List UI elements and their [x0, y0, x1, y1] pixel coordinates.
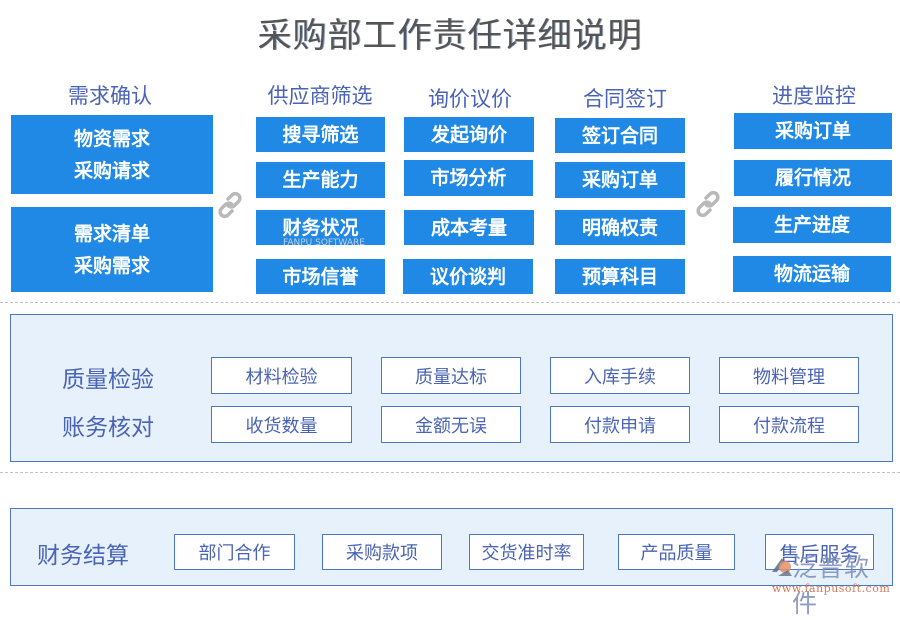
inquiry-item[interactable]: 议价谈判 [403, 259, 533, 294]
row-label-accounting: 账务核对 [62, 415, 154, 441]
demand-box-line: 采购需求 [73, 254, 150, 277]
accounting-item[interactable]: 付款申请 [550, 406, 690, 443]
column-heading-demand: 需求确认 [68, 84, 152, 108]
row-label-quality: 质量检验 [62, 367, 154, 393]
page-title: 采购部工作责任详细说明 [257, 16, 643, 56]
progress-item[interactable]: 物流运输 [733, 256, 891, 292]
quality-item[interactable]: 入库手续 [550, 357, 690, 394]
supplier-item[interactable]: 搜寻筛选 [256, 117, 385, 152]
contract-item[interactable]: 预算科目 [555, 259, 685, 294]
accounting-item[interactable]: 付款流程 [719, 406, 859, 443]
demand-box-line: 需求清单 [73, 222, 150, 245]
column-heading-progress: 进度监控 [772, 84, 856, 108]
accounting-item[interactable]: 金额无误 [381, 406, 521, 443]
contract-item[interactable]: 签订合同 [555, 118, 685, 153]
watermark-url: www.fanpusoft.com [772, 582, 891, 595]
link-icon [218, 191, 242, 219]
section-divider [0, 302, 900, 303]
brand-logo-icon [772, 558, 792, 576]
contract-item[interactable]: 明确权责 [555, 210, 685, 245]
demand-box-line: 物资需求 [73, 127, 150, 150]
progress-item[interactable]: 采购订单 [734, 113, 892, 149]
progress-item[interactable]: 生产进度 [733, 207, 891, 243]
settlement-item[interactable]: 采购款项 [322, 534, 442, 570]
inquiry-item[interactable]: 市场分析 [404, 160, 533, 196]
quality-item[interactable]: 物料管理 [719, 357, 859, 394]
section-divider [0, 472, 900, 473]
accounting-item[interactable]: 收货数量 [211, 406, 352, 443]
faint-watermark: FANPU SOFTWARE [283, 238, 365, 248]
link-icon [696, 190, 720, 218]
contract-item[interactable]: 采购订单 [555, 162, 685, 198]
demand-box-list[interactable]: 需求清单 采购需求 [11, 207, 213, 292]
column-heading-supplier: 供应商筛选 [267, 84, 373, 108]
progress-item[interactable]: 履行情况 [734, 160, 892, 196]
inquiry-item[interactable]: 成本考量 [404, 210, 534, 245]
demand-box-line: 采购请求 [73, 159, 150, 182]
inquiry-item[interactable]: 发起询价 [404, 117, 534, 152]
settlement-item[interactable]: 产品质量 [618, 534, 735, 570]
settlement-item[interactable]: 部门合作 [174, 534, 295, 570]
brand-watermark: 泛普软件 www.fanpusoft.com [770, 552, 895, 618]
quality-item[interactable]: 质量达标 [381, 357, 521, 394]
column-heading-inquiry: 询价议价 [428, 87, 512, 111]
settlement-item[interactable]: 交货准时率 [469, 534, 584, 570]
quality-item[interactable]: 材料检验 [211, 357, 352, 394]
settlement-panel [10, 508, 893, 586]
demand-box-material[interactable]: 物资需求 采购请求 [11, 115, 213, 194]
column-heading-contract: 合同签订 [583, 87, 667, 111]
supplier-item[interactable]: 市场信誉 [256, 259, 385, 294]
supplier-item[interactable]: 生产能力 [256, 162, 385, 198]
row-label-settlement: 财务结算 [37, 543, 129, 569]
